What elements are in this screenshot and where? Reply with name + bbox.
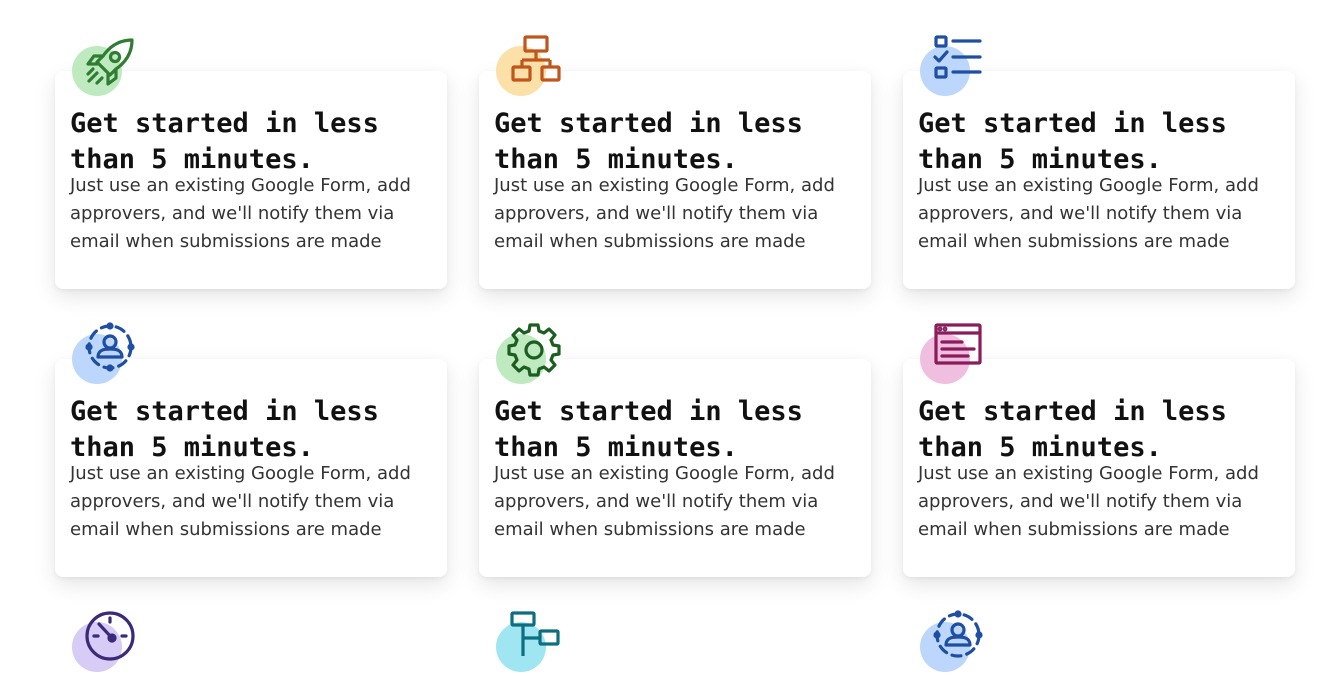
feature-card: Get started in less than 5 minutes. Just… <box>55 38 447 289</box>
card-description: Just use an existing Google Form, add ap… <box>494 463 835 540</box>
org-chart-icon <box>496 34 562 100</box>
feature-card: Get started in less than 5 minutes. Just… <box>479 323 871 577</box>
card-title: Get started in less than 5 minutes. <box>918 396 1227 463</box>
card-description: Just use an existing Google Form, add ap… <box>918 463 1259 540</box>
card-description: Just use an existing Google Form, add ap… <box>70 175 411 252</box>
card-title: Get started in less than 5 minutes. <box>494 108 803 175</box>
checklist-icon <box>920 34 986 100</box>
person-target-icon <box>920 610 986 676</box>
card-title: Get started in less than 5 minutes. <box>918 108 1227 175</box>
browser-window-icon <box>920 322 986 388</box>
card-description: Just use an existing Google Form, add ap… <box>70 463 411 540</box>
feature-card: Get started in less than 5 minutes. Just… <box>479 35 871 289</box>
person-target-icon <box>72 322 138 388</box>
card-title: Get started in less than 5 minutes. <box>70 396 379 463</box>
card-title: Get started in less than 5 minutes. <box>494 396 803 463</box>
card-title: Get started in less than 5 minutes. <box>70 108 379 175</box>
card-description: Just use an existing Google Form, add ap… <box>918 175 1259 252</box>
feature-card: Get started in less than 5 minutes. Just… <box>55 322 447 577</box>
flowchart-icon <box>496 610 562 676</box>
card-description: Just use an existing Google Form, add ap… <box>494 175 835 252</box>
feature-card: Get started in less than 5 minutes. Just… <box>903 323 1295 577</box>
feature-card: Get started in less than 5 minutes. Just… <box>903 35 1295 289</box>
speedometer-icon <box>72 610 138 676</box>
rocket-icon <box>72 34 138 100</box>
gear-icon <box>496 322 562 388</box>
